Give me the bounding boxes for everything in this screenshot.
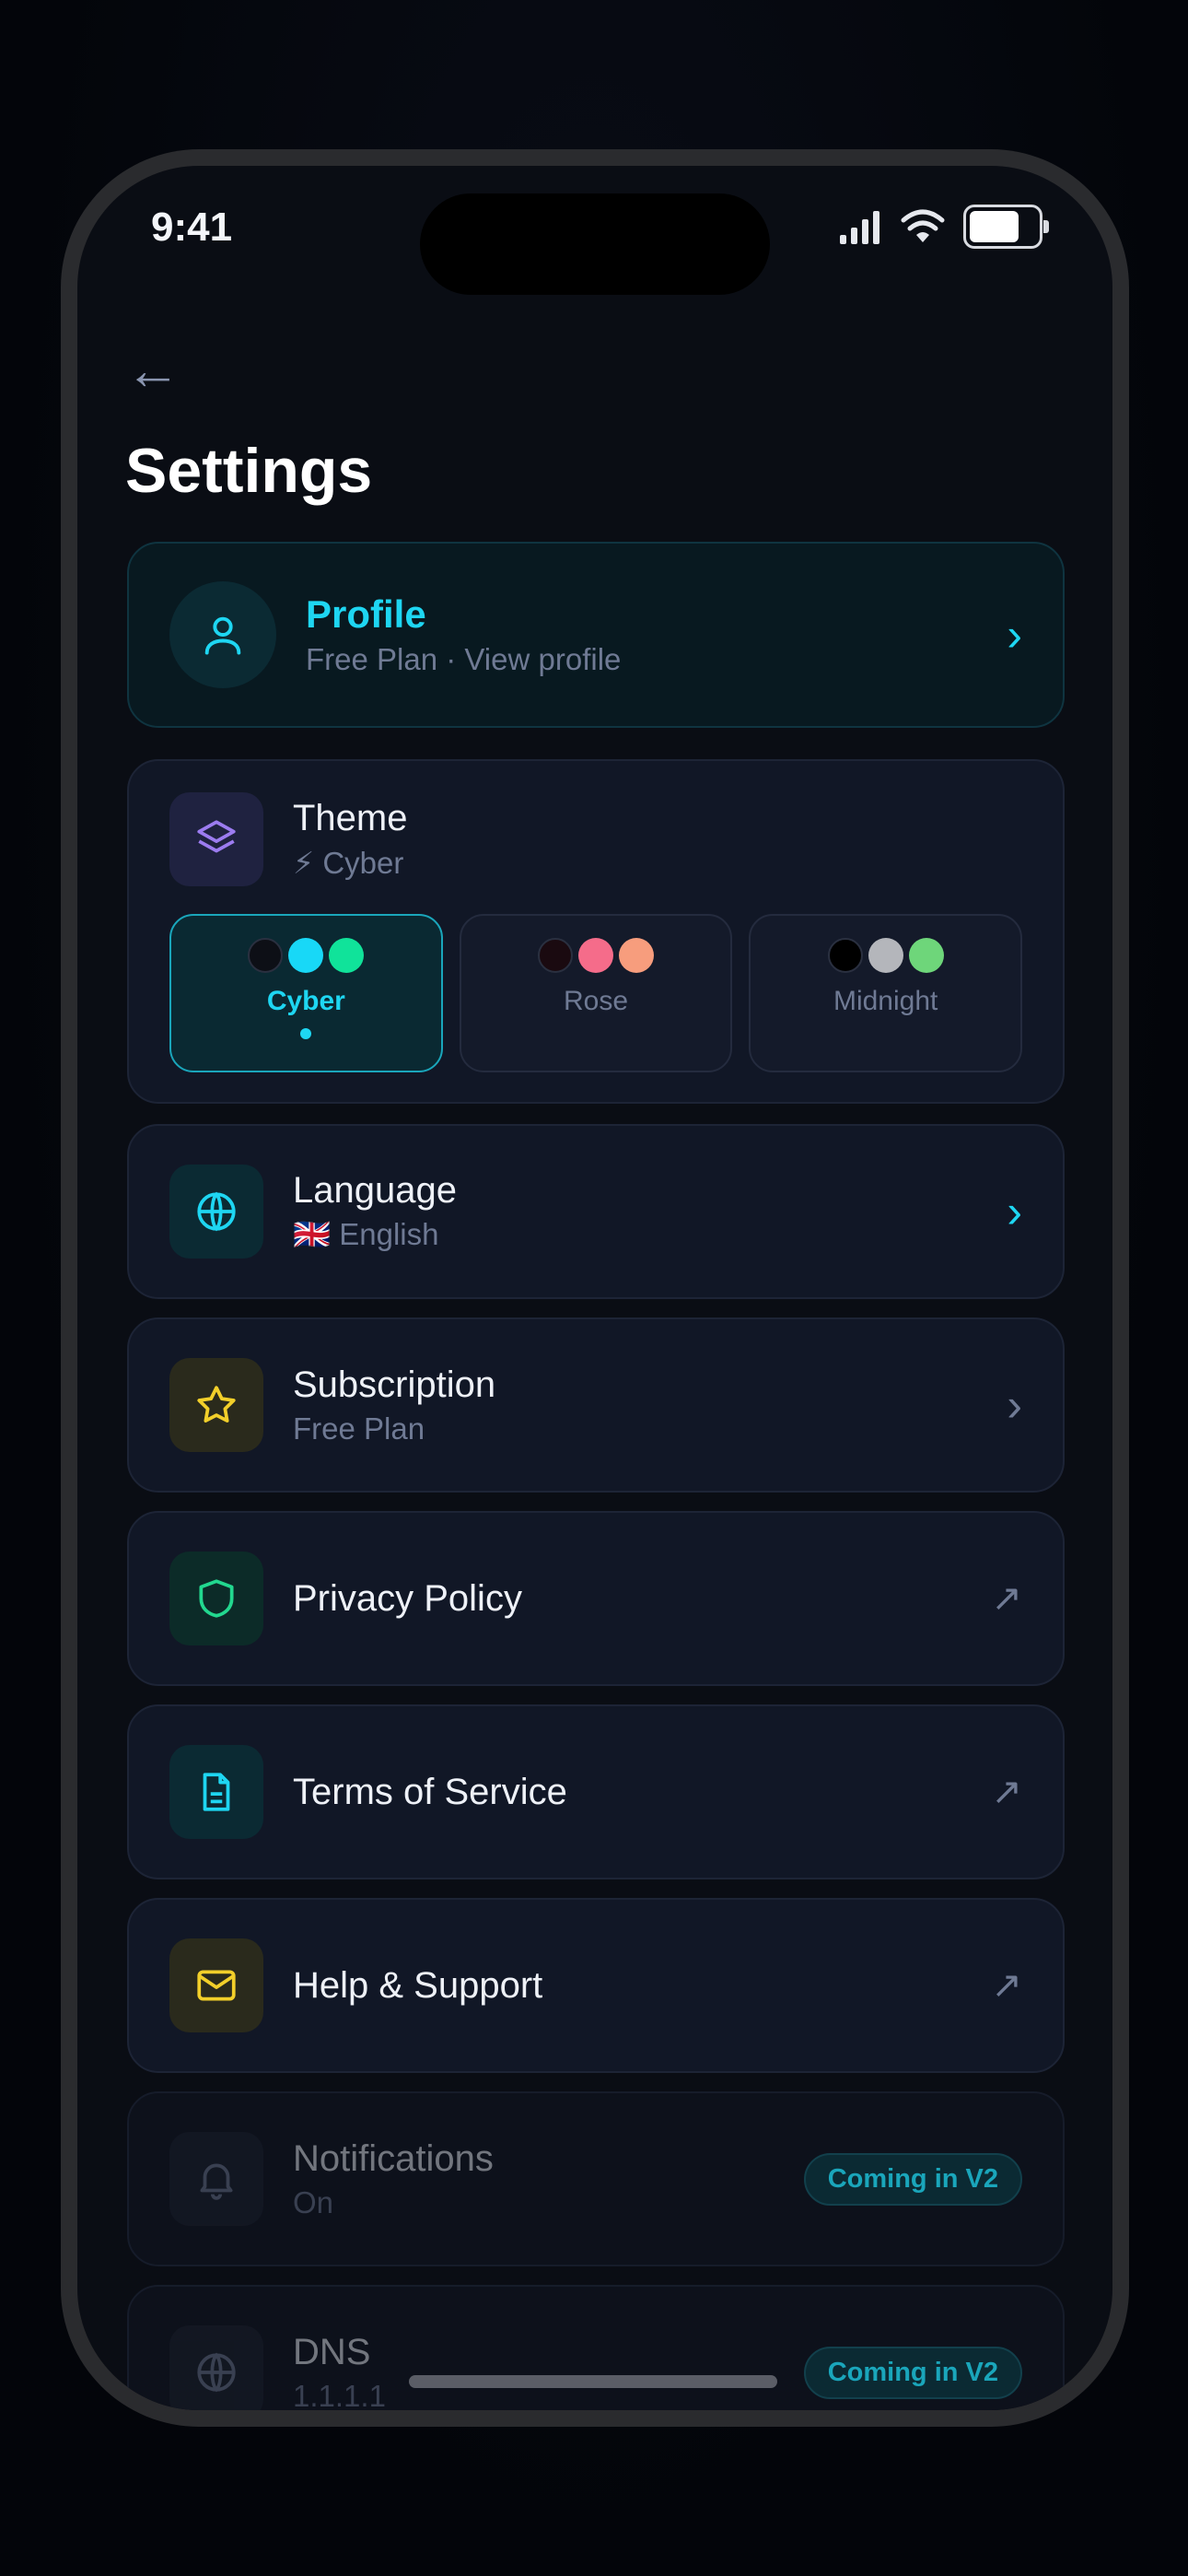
- color-dot: [827, 938, 863, 973]
- globe-icon: [169, 1165, 263, 1259]
- color-dot: [578, 938, 613, 973]
- status-icons: [840, 205, 1049, 249]
- document-icon: [169, 1745, 263, 1839]
- color-dot: [248, 938, 284, 973]
- help-support-row[interactable]: Help & Support ↗: [127, 1898, 1065, 2073]
- profile-card[interactable]: Profile Free Plan · View profile ›: [127, 542, 1065, 728]
- color-dot: [329, 938, 365, 973]
- language-value: 🇬🇧 English: [293, 1217, 439, 1251]
- status-time: 9:41: [151, 205, 233, 250]
- layers-icon: [169, 792, 263, 886]
- selected-indicator: [300, 1028, 312, 1039]
- star-icon: [169, 1358, 263, 1452]
- coming-soon-badge: Coming in V2: [803, 2152, 1022, 2206]
- help-support-label: Help & Support: [293, 1964, 543, 2006]
- chevron-right-icon: ›: [1007, 609, 1022, 661]
- chevron-right-icon: ›: [1007, 1379, 1022, 1431]
- home-indicator[interactable]: [409, 2375, 777, 2388]
- notifications-row: Notifications On Coming in V2: [127, 2091, 1065, 2266]
- subscription-value: Free Plan: [293, 1411, 425, 1446]
- dns-label: DNS: [293, 2331, 371, 2372]
- color-dot: [288, 938, 324, 973]
- theme-label: Theme: [293, 798, 408, 838]
- theme-current: ⚡ Cyber: [293, 846, 404, 880]
- notifications-value: On: [293, 2184, 334, 2219]
- color-dot: [619, 938, 654, 973]
- chevron-right-icon: ›: [1007, 1186, 1022, 1237]
- user-icon: [169, 581, 276, 688]
- wifi-icon: [901, 209, 945, 242]
- coming-soon-badge: Coming in V2: [803, 2346, 1022, 2399]
- terms-of-service-row[interactable]: Terms of Service ↗: [127, 1704, 1065, 1879]
- bell-icon: [169, 2132, 263, 2226]
- external-link-icon: ↗: [991, 1578, 1022, 1619]
- notifications-label: Notifications: [293, 2137, 494, 2179]
- theme-option-midnight[interactable]: Midnight: [749, 914, 1023, 1072]
- theme-option-rose[interactable]: Rose: [459, 914, 733, 1072]
- mail-icon: [169, 1938, 263, 2032]
- page-title: Settings: [125, 436, 373, 506]
- signal-icon: [840, 211, 879, 244]
- battery-icon: [963, 205, 1049, 249]
- dynamic-island: [420, 193, 770, 295]
- dns-row: DNS 1.1.1.1 Coming in V2: [127, 2285, 1065, 2410]
- language-row[interactable]: Language 🇬🇧 English ›: [127, 1124, 1065, 1299]
- profile-subtitle: Free Plan · View profile: [306, 642, 622, 676]
- language-label: Language: [293, 1170, 457, 1211]
- profile-name: Profile: [306, 592, 426, 636]
- color-dot: [908, 938, 944, 973]
- phone-frame: 9:41 ← Settings Profile Free Plan · View…: [61, 149, 1129, 2427]
- theme-option-cyber[interactable]: Cyber: [169, 914, 443, 1072]
- subscription-row[interactable]: Subscription Free Plan ›: [127, 1317, 1065, 1493]
- theme-option-name: Rose: [563, 986, 629, 1016]
- external-link-icon: ↗: [991, 1965, 1022, 2006]
- theme-option-name: Midnight: [833, 986, 938, 1016]
- color-dot: [868, 938, 903, 973]
- back-button[interactable]: ←: [125, 343, 181, 398]
- color-dot: [538, 938, 573, 973]
- theme-options: Cyber Rose Midnight: [129, 886, 1063, 1072]
- external-link-icon: ↗: [991, 1772, 1022, 1812]
- screen: 9:41 ← Settings Profile Free Plan · View…: [77, 166, 1112, 2410]
- privacy-policy-row[interactable]: Privacy Policy ↗: [127, 1511, 1065, 1686]
- theme-card: Theme ⚡ Cyber Cyber Rose Midnight: [127, 759, 1065, 1104]
- privacy-policy-label: Privacy Policy: [293, 1577, 522, 1619]
- shield-icon: [169, 1551, 263, 1645]
- terms-label: Terms of Service: [293, 1771, 567, 1812]
- globe-icon: [169, 2325, 263, 2410]
- subscription-label: Subscription: [293, 1364, 496, 1405]
- theme-option-name: Cyber: [266, 986, 345, 1016]
